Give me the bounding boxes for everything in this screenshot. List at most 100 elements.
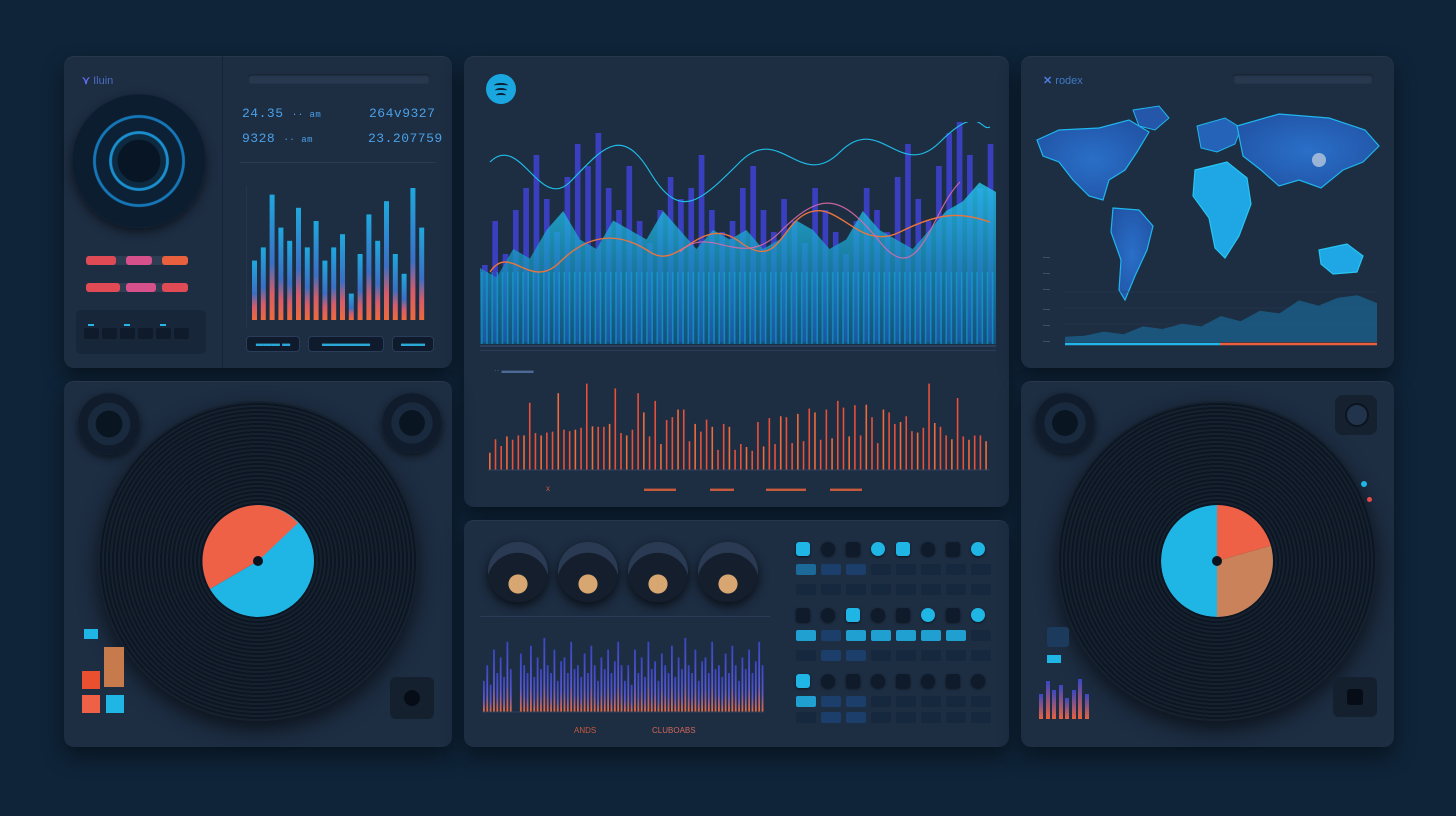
pad-button[interactable] — [846, 584, 866, 595]
fader-4[interactable] — [86, 283, 120, 292]
pad-button[interactable] — [102, 328, 117, 339]
pad-button[interactable] — [896, 712, 916, 723]
pad-button[interactable] — [921, 564, 941, 575]
pad-button[interactable] — [946, 696, 966, 707]
pad-button[interactable] — [821, 650, 841, 661]
pad-knob[interactable] — [896, 542, 910, 556]
pad-button[interactable] — [821, 696, 841, 707]
pad-button[interactable] — [120, 328, 135, 339]
vinyl-record[interactable] — [98, 401, 418, 721]
pad-knob[interactable] — [796, 674, 810, 688]
pad-button[interactable] — [971, 584, 991, 595]
eq-knob[interactable] — [558, 542, 618, 602]
pad-button[interactable] — [896, 630, 916, 641]
pad-knob[interactable] — [971, 674, 985, 688]
fader-6[interactable] — [162, 283, 188, 292]
pad-button[interactable] — [871, 650, 891, 661]
pad-button[interactable] — [846, 564, 866, 575]
pad-button[interactable] — [946, 712, 966, 723]
pad-button[interactable] — [846, 712, 866, 723]
eq-knob[interactable] — [628, 542, 688, 602]
pad-button[interactable] — [796, 584, 816, 595]
pad-knob[interactable] — [821, 608, 835, 622]
fader-3[interactable] — [162, 256, 188, 265]
pad-button[interactable] — [971, 564, 991, 575]
pad-knob[interactable] — [796, 608, 810, 622]
eq-knob[interactable] — [488, 542, 548, 602]
pad-knob[interactable] — [871, 542, 885, 556]
pad-orange[interactable] — [82, 695, 100, 713]
world-map[interactable] — [1029, 100, 1385, 310]
pad-knob[interactable] — [846, 608, 860, 622]
tonearm[interactable] — [1335, 395, 1377, 435]
pad-button[interactable] — [871, 696, 891, 707]
pad-button[interactable] — [971, 712, 991, 723]
pad-button[interactable] — [821, 584, 841, 595]
chart-tab-3[interactable]: ▬▬▬ — [392, 336, 434, 352]
vinyl-record[interactable] — [1057, 401, 1377, 721]
speaker-knob[interactable] — [1035, 393, 1095, 453]
speaker-knob[interactable] — [382, 393, 442, 453]
pad-button[interactable] — [871, 584, 891, 595]
fader-5[interactable] — [126, 283, 156, 292]
pad-button[interactable] — [921, 696, 941, 707]
pad-knob[interactable] — [896, 674, 910, 688]
pad-knob[interactable] — [971, 608, 985, 622]
pad-button[interactable] — [871, 630, 891, 641]
pad-knob[interactable] — [796, 542, 810, 556]
pad-button[interactable] — [796, 630, 816, 641]
pad-button[interactable] — [871, 564, 891, 575]
pad-button[interactable] — [896, 696, 916, 707]
pad-button[interactable] — [821, 564, 841, 575]
eq-knob[interactable] — [698, 542, 758, 602]
pad-knob[interactable] — [921, 674, 935, 688]
pad-button[interactable] — [84, 328, 99, 339]
pad-knob[interactable] — [921, 542, 935, 556]
pad-knob[interactable] — [821, 542, 835, 556]
pad-knob[interactable] — [946, 674, 960, 688]
spotify-icon[interactable] — [486, 74, 516, 104]
play-button[interactable] — [1333, 677, 1377, 717]
pad-knob[interactable] — [846, 674, 860, 688]
pad-button[interactable] — [921, 712, 941, 723]
pad-button[interactable] — [796, 650, 816, 661]
pad-button[interactable] — [796, 696, 816, 707]
pad-knob[interactable] — [896, 608, 910, 622]
pad-button[interactable] — [846, 696, 866, 707]
fader-1[interactable] — [86, 256, 116, 265]
eject-button[interactable] — [390, 677, 434, 719]
pad-button[interactable] — [896, 564, 916, 575]
pad-button[interactable] — [946, 630, 966, 641]
pad-cyan[interactable] — [106, 695, 124, 713]
pad-knob[interactable] — [821, 674, 835, 688]
pad-button[interactable] — [946, 650, 966, 661]
pad-button[interactable] — [846, 650, 866, 661]
pad-knob[interactable] — [946, 542, 960, 556]
pad-knob[interactable] — [871, 674, 885, 688]
pad-button[interactable] — [971, 696, 991, 707]
chart-tab-2[interactable]: ▬▬▬▬▬▬ — [308, 336, 384, 352]
speaker-knob[interactable] — [78, 393, 140, 455]
fader-2[interactable] — [126, 256, 152, 265]
pad-button[interactable] — [971, 650, 991, 661]
pad-button[interactable] — [871, 712, 891, 723]
pad-button[interactable] — [156, 328, 171, 339]
pad-button[interactable] — [971, 630, 991, 641]
pad-button[interactable] — [138, 328, 153, 339]
pad-button[interactable] — [921, 650, 941, 661]
pad-button[interactable] — [921, 584, 941, 595]
pad-button[interactable] — [946, 564, 966, 575]
chart-tab-1[interactable]: ▬▬▬ ▬ — [246, 336, 300, 352]
pad-button[interactable] — [846, 630, 866, 641]
pad-button[interactable] — [821, 712, 841, 723]
pad-knob[interactable] — [971, 542, 985, 556]
pad-button[interactable] — [896, 650, 916, 661]
pad-knob[interactable] — [871, 608, 885, 622]
jog-wheel[interactable] — [72, 94, 206, 228]
pad-button[interactable] — [896, 584, 916, 595]
pad-button[interactable] — [921, 630, 941, 641]
pad-button[interactable] — [946, 584, 966, 595]
pad-button[interactable] — [821, 630, 841, 641]
pad-button[interactable] — [796, 564, 816, 575]
pad-button[interactable] — [174, 328, 189, 339]
